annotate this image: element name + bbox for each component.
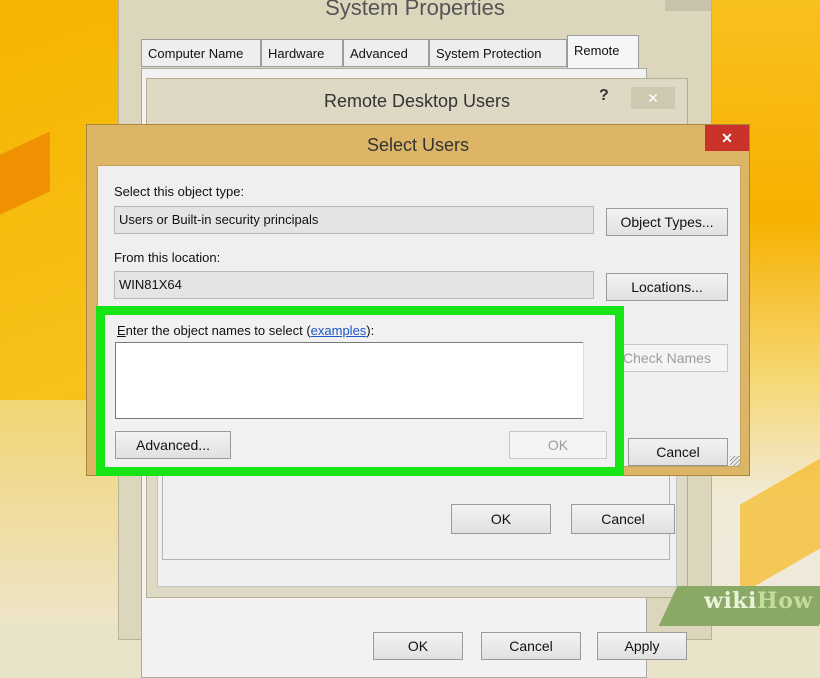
locations-button[interactable]: Locations...: [606, 273, 728, 301]
remote-desktop-users-ok-button[interactable]: OK: [451, 504, 551, 534]
object-names-label-text: nter the object names to select (: [125, 323, 311, 338]
object-type-field: Users or Built-in security principals: [114, 206, 594, 234]
object-names-label-end: ):: [366, 323, 375, 338]
object-types-button[interactable]: Object Types...: [606, 208, 728, 236]
object-type-label: Select this object type:: [114, 184, 245, 199]
select-users-close-button[interactable]: ✕: [705, 125, 749, 151]
tab-advanced[interactable]: Advanced: [343, 39, 429, 67]
system-properties-apply-button[interactable]: Apply: [597, 632, 687, 660]
check-names-button[interactable]: Check Names: [606, 344, 728, 372]
watermark-part1: wiki: [704, 588, 757, 614]
watermark-part2: How: [756, 588, 813, 614]
advanced-button[interactable]: Advanced...: [115, 431, 231, 459]
remote-desktop-users-cancel-button[interactable]: Cancel: [571, 504, 675, 534]
examples-link[interactable]: examples: [311, 323, 367, 338]
select-users-title: Select Users: [366, 135, 470, 155]
cancel-button[interactable]: Cancel: [628, 438, 728, 466]
resize-grip-icon[interactable]: [730, 456, 740, 466]
tab-hardware[interactable]: Hardware: [261, 39, 343, 67]
help-button[interactable]: ?: [599, 87, 609, 105]
system-properties-ok-button[interactable]: OK: [373, 632, 463, 660]
object-names-scrollbar[interactable]: [583, 342, 593, 419]
remote-desktop-users-close-button[interactable]: ✕: [631, 87, 675, 109]
system-properties-title: System Properties: [325, 0, 505, 20]
object-names-label: Enter the object names to select (exampl…: [117, 323, 374, 338]
object-names-input[interactable]: [115, 342, 593, 419]
system-properties-cancel-button[interactable]: Cancel: [481, 632, 581, 660]
wikihow-watermark: wikiHow: [704, 588, 813, 614]
location-label: From this location:: [114, 250, 221, 265]
system-properties-close-button[interactable]: [665, 0, 711, 11]
ok-button[interactable]: OK: [509, 431, 607, 459]
tab-remote[interactable]: Remote: [567, 35, 639, 68]
highlight-box: Enter the object names to select (exampl…: [96, 306, 624, 476]
tab-system-protection[interactable]: System Protection: [429, 39, 567, 67]
tab-computer-name[interactable]: Computer Name: [141, 39, 261, 67]
location-field: WIN81X64: [114, 271, 594, 299]
accelerator-key: E: [117, 323, 126, 338]
